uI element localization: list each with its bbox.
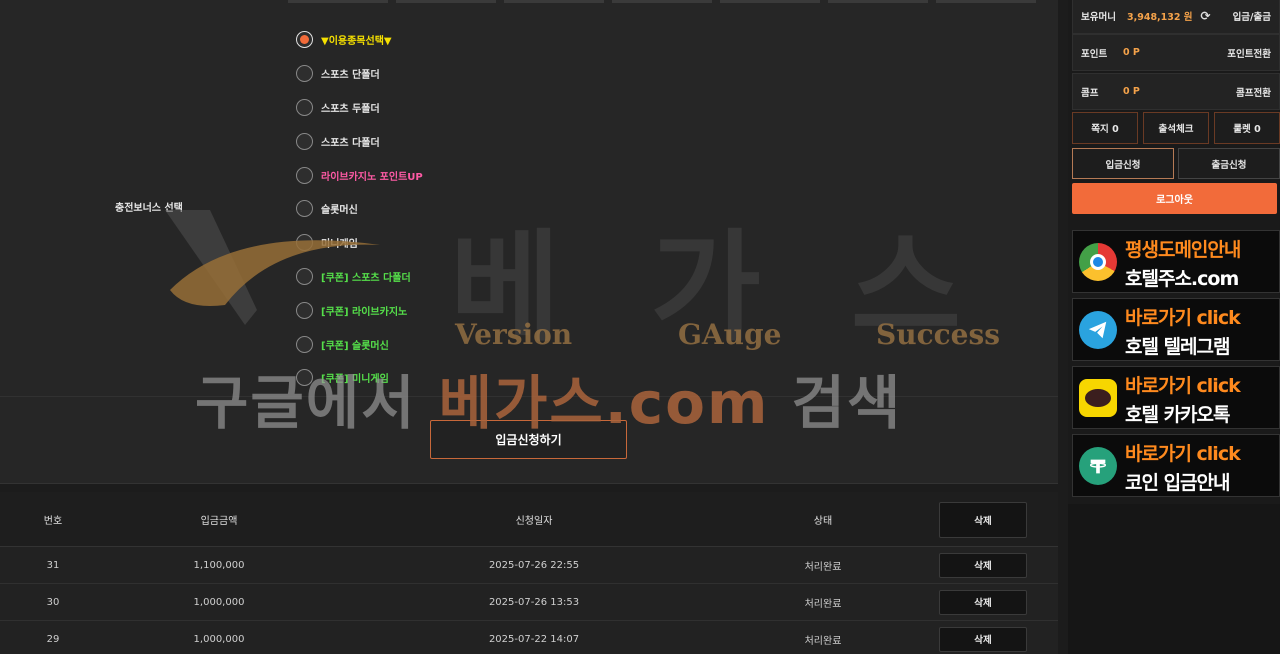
main-area: 충전보너스 선택 ▼이용종목선택▼ 스포츠 단폴더 스포츠 두폴더 스포츠 다폴… (0, 0, 1058, 654)
radio-button[interactable] (296, 31, 313, 49)
bonus-option-label: 슬롯머신 (321, 205, 358, 217)
bonus-option-label: 스포츠 단폴더 (321, 70, 380, 82)
bonus-option[interactable]: [쿠폰] 스포츠 다폴더 (296, 260, 423, 294)
bonus-option-label: ▼이용종목선택▼ (321, 36, 392, 48)
radio-button[interactable] (296, 65, 313, 83)
top-tab[interactable] (936, 0, 1036, 3)
top-tab[interactable] (288, 0, 388, 3)
top-tab[interactable] (504, 0, 604, 3)
banner-coin[interactable]: 바로가기 click 코인 입금안내 (1072, 434, 1280, 497)
bonus-option[interactable]: 스포츠 단폴더 (296, 57, 423, 91)
watermark-search-text: 구글에서 베가스.com 검색 (195, 369, 903, 437)
header-amount: 입금금액 (200, 515, 238, 527)
bonus-option-label: [쿠폰] 슬롯머신 (321, 340, 389, 352)
radio-button[interactable] (296, 267, 313, 285)
bonus-option-label: 스포츠 두폴더 (321, 103, 380, 115)
banner-domain[interactable]: 평생도메인안내 호텔주소.com (1072, 230, 1280, 293)
kakaotalk-icon (1079, 379, 1117, 417)
top-tab[interactable] (396, 0, 496, 3)
banner-telegram[interactable]: 바로가기 click 호텔 텔레그램 (1072, 298, 1280, 361)
bonus-option[interactable]: ▼이용종목선택▼ (296, 23, 423, 57)
radio-button[interactable] (296, 200, 313, 218)
note-button[interactable]: 쪽지 0 (1072, 112, 1138, 144)
bonus-option[interactable]: 스포츠 다폴더 (296, 124, 423, 158)
point-convert-link[interactable]: 포인트전환 (1227, 46, 1271, 60)
deposit-withdraw-link[interactable]: 입금/출금 (1233, 9, 1271, 23)
comp-value: 0 P (1123, 86, 1140, 97)
top-tab-strip (288, 0, 1036, 3)
bonus-select-label: 충전보너스 선택 (115, 203, 183, 214)
bonus-option[interactable]: 라이브카지노 포인트UP (296, 158, 423, 192)
delete-row-button[interactable]: 삭제 (939, 589, 1027, 615)
bonus-option-label: 스포츠 다폴더 (321, 137, 380, 149)
delete-all-button[interactable]: 삭제 (939, 502, 1027, 538)
point-box: 포인트 0 P 포인트전환 (1072, 34, 1280, 71)
bonus-option[interactable]: 슬롯머신 (296, 192, 423, 226)
radio-button[interactable] (296, 335, 313, 353)
top-tab[interactable] (720, 0, 820, 3)
header-date: 신청일자 (515, 515, 553, 527)
top-tab[interactable] (828, 0, 928, 3)
comp-box: 콤프 0 P 콤프전환 (1072, 73, 1280, 110)
bonus-radio-group: ▼이용종목선택▼ 스포츠 단폴더 스포츠 두폴더 스포츠 다폴더 라이브카지노 … (296, 23, 423, 395)
withdraw-request-button[interactable]: 출금신청 (1178, 148, 1280, 179)
delete-row-button[interactable]: 삭제 (939, 626, 1027, 652)
top-tab[interactable] (612, 0, 712, 3)
telegram-icon (1079, 311, 1117, 349)
bonus-option-label: 미니게임 (321, 239, 358, 251)
table-row: 30 1,000,000 2025-07-26 13:53 처리완료 삭제 (0, 584, 1058, 621)
table-row: 31 1,100,000 2025-07-26 22:55 처리완료 삭제 (0, 547, 1058, 584)
deposit-history-table: 번호 입금금액 신청일자 상태 삭제 31 1,100,000 2025-07-… (0, 492, 1058, 654)
bonus-option[interactable]: 스포츠 두폴더 (296, 91, 423, 125)
radio-button[interactable] (296, 132, 313, 150)
table-row: 29 1,000,000 2025-07-22 14:07 처리완료 삭제 (0, 621, 1058, 654)
banner-kakaotalk[interactable]: 바로가기 click 호텔 카카오톡 (1072, 366, 1280, 429)
table-header: 번호 입금금액 신청일자 상태 삭제 (0, 492, 1058, 547)
delete-row-button[interactable]: 삭제 (939, 552, 1027, 578)
money-label: 보유머니 (1081, 11, 1116, 23)
watermark-sub-version: Version (455, 318, 573, 351)
deposit-request-button[interactable]: 입금신청 (1072, 148, 1174, 179)
radio-button[interactable] (296, 166, 313, 184)
tether-icon (1079, 447, 1117, 485)
bonus-option[interactable]: [쿠폰] 라이브카지노 (296, 293, 423, 327)
chrome-icon (1079, 243, 1117, 281)
watermark-sub-success: Success (876, 318, 1001, 351)
point-value: 0 P (1123, 47, 1140, 58)
comp-convert-link[interactable]: 콤프전환 (1236, 85, 1271, 99)
refresh-icon[interactable]: ⟳ (1201, 9, 1211, 23)
header-status: 상태 (813, 515, 833, 527)
watermark-sub-gauge: GAuge (678, 318, 782, 351)
money-box: 보유머니 3,948,132 원 ⟳ 입금/출금 (1072, 0, 1280, 34)
bonus-option-label: [쿠폰] 라이브카지노 (321, 306, 408, 318)
radio-button[interactable] (296, 98, 313, 116)
header-no: 번호 (43, 515, 63, 527)
radio-button[interactable] (296, 234, 313, 252)
bonus-option-label: 라이브카지노 포인트UP (321, 171, 423, 183)
bonus-option[interactable]: 미니게임 (296, 226, 423, 260)
attendance-button[interactable]: 출석체크 (1143, 112, 1209, 144)
sidebar-bottom (1068, 504, 1280, 654)
bonus-option-label: [쿠폰] 스포츠 다폴더 (321, 272, 411, 284)
radio-button[interactable] (296, 301, 313, 319)
user-sidebar: 보유머니 3,948,132 원 ⟳ 입금/출금 포인트 0 P 포인트전환 콤프… (1068, 0, 1280, 504)
logout-button[interactable]: 로그아웃 (1072, 183, 1277, 214)
roulette-button[interactable]: 룰렛 0 (1214, 112, 1280, 144)
money-value: 3,948,132 원 ⟳ (1127, 8, 1211, 23)
